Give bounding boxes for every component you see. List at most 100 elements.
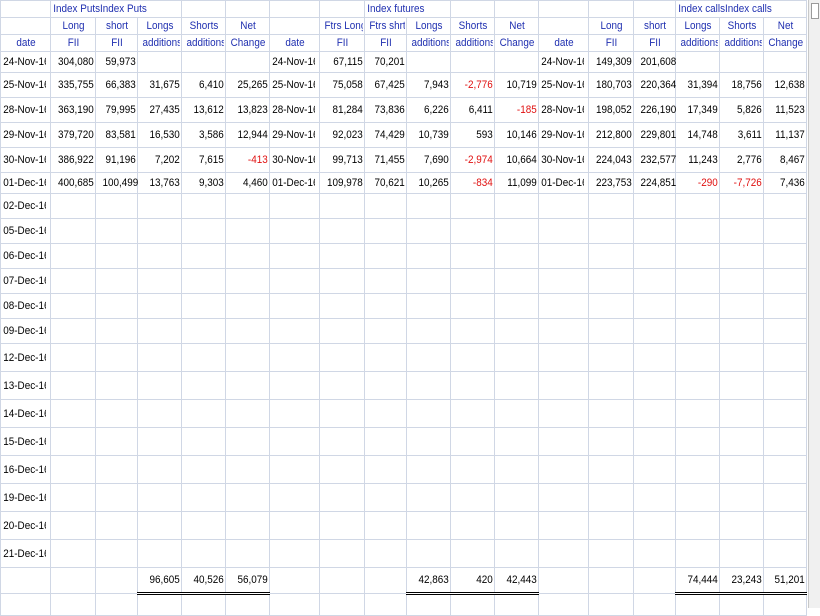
cell-empty[interactable]: [454, 343, 495, 372]
value-cell[interactable]: 232,577: [637, 147, 676, 173]
cell-empty[interactable]: [543, 371, 589, 400]
cell-empty[interactable]: [323, 318, 365, 344]
date-cell[interactable]: 01-Dec-16: [269, 172, 315, 194]
cell-empty[interactable]: [99, 539, 138, 568]
cell-empty[interactable]: [229, 268, 270, 294]
cell-empty[interactable]: [229, 193, 270, 219]
value-cell[interactable]: 100,499: [99, 172, 138, 194]
cell-empty[interactable]: [99, 243, 138, 269]
header-cell[interactable]: [271, 17, 318, 35]
value-cell[interactable]: 10,146: [498, 122, 539, 148]
cell-empty[interactable]: [723, 593, 764, 616]
cell-empty[interactable]: [323, 483, 365, 512]
cell-empty[interactable]: [229, 593, 270, 616]
value-cell[interactable]: 198,052: [592, 97, 634, 123]
value-cell[interactable]: 400,685: [54, 172, 96, 194]
cell-empty[interactable]: [454, 193, 495, 219]
value-cell[interactable]: 11,243: [679, 147, 720, 173]
cell-empty[interactable]: [767, 593, 807, 616]
date-cell[interactable]: 20-Dec-16: [0, 511, 46, 540]
date-cell[interactable]: 14-Dec-16: [0, 399, 46, 428]
cell-empty[interactable]: [229, 455, 270, 484]
cell-empty[interactable]: [679, 293, 720, 319]
cell-empty[interactable]: [410, 218, 451, 244]
cell-empty[interactable]: [543, 593, 589, 616]
cell-empty[interactable]: [54, 427, 96, 456]
cell-empty[interactable]: [229, 218, 270, 244]
cell-empty[interactable]: [410, 455, 451, 484]
cell-empty[interactable]: [368, 399, 407, 428]
cell-empty[interactable]: [637, 193, 676, 219]
cell-empty[interactable]: [185, 243, 226, 269]
date-cell[interactable]: 19-Dec-16: [0, 483, 46, 512]
cell-empty[interactable]: [5, 593, 51, 616]
cell-empty[interactable]: [767, 293, 807, 319]
value-cell[interactable]: 14,748: [679, 122, 720, 148]
cell-empty[interactable]: [410, 593, 451, 616]
cell-empty[interactable]: [229, 511, 270, 540]
cell-empty[interactable]: [54, 455, 96, 484]
header-cell[interactable]: FII: [366, 34, 405, 52]
cell-empty[interactable]: [592, 511, 634, 540]
cell-empty[interactable]: [185, 371, 226, 400]
value-cell[interactable]: 18,756: [723, 72, 764, 98]
cell-empty[interactable]: [637, 567, 676, 594]
value-cell[interactable]: -290: [679, 172, 720, 194]
value-cell[interactable]: -7,726: [723, 172, 764, 194]
cell-empty[interactable]: [543, 483, 589, 512]
value-cell[interactable]: 3,611: [723, 122, 764, 148]
value-cell[interactable]: 74,429: [368, 122, 407, 148]
date-cell[interactable]: 30-Nov-16: [0, 147, 46, 173]
cell-empty[interactable]: [454, 455, 495, 484]
header-cell[interactable]: [540, 17, 587, 35]
cell-empty[interactable]: [323, 293, 365, 319]
cell-empty[interactable]: [54, 218, 96, 244]
value-cell[interactable]: 13,823: [229, 97, 270, 123]
date-cell[interactable]: 28-Nov-16: [0, 97, 46, 123]
cell-empty[interactable]: [410, 343, 451, 372]
cell-empty[interactable]: [368, 483, 407, 512]
cell-empty[interactable]: [368, 371, 407, 400]
date-cell[interactable]: 29-Nov-16: [538, 122, 584, 148]
cell-empty[interactable]: [679, 243, 720, 269]
cell-empty[interactable]: [498, 243, 539, 269]
cell-empty[interactable]: [498, 371, 539, 400]
header-cell[interactable]: Change: [227, 34, 268, 52]
cell-empty[interactable]: [323, 399, 365, 428]
value-cell[interactable]: 2,776: [723, 147, 764, 173]
cell-empty[interactable]: [99, 371, 138, 400]
cell-empty[interactable]: [54, 318, 96, 344]
header-cell[interactable]: Shorts: [452, 17, 493, 35]
cell-empty[interactable]: [274, 193, 320, 219]
cell-empty[interactable]: [679, 399, 720, 428]
value-cell[interactable]: 304,080: [54, 51, 96, 73]
header-cell[interactable]: [2, 17, 49, 35]
cell-empty[interactable]: [368, 343, 407, 372]
cell-empty[interactable]: [141, 511, 182, 540]
cell-empty[interactable]: [323, 511, 365, 540]
cell-empty[interactable]: [368, 218, 407, 244]
cell-empty[interactable]: [185, 455, 226, 484]
cell-empty[interactable]: [368, 593, 407, 616]
cell-empty[interactable]: [637, 0, 676, 18]
cell-empty[interactable]: [274, 455, 320, 484]
cell-empty[interactable]: [498, 399, 539, 428]
cell-empty[interactable]: [368, 193, 407, 219]
cell-empty[interactable]: [679, 483, 720, 512]
cell-empty[interactable]: [141, 371, 182, 400]
cell-empty[interactable]: [637, 243, 676, 269]
cell-empty[interactable]: [454, 371, 495, 400]
header-cell[interactable]: date: [271, 34, 318, 52]
cell-empty[interactable]: [185, 343, 226, 372]
cell-empty[interactable]: [229, 399, 270, 428]
cell-empty[interactable]: [99, 318, 138, 344]
total-cell[interactable]: 96,605: [141, 567, 182, 595]
total-cell[interactable]: 51,201: [767, 567, 807, 595]
value-cell[interactable]: 16,530: [141, 122, 182, 148]
cell-empty[interactable]: [274, 0, 320, 18]
cell-empty[interactable]: [368, 243, 407, 269]
cell-empty[interactable]: [368, 539, 407, 568]
cell-empty[interactable]: [767, 218, 807, 244]
value-cell[interactable]: 11,137: [767, 122, 807, 148]
total-cell[interactable]: 40,526: [185, 567, 226, 595]
